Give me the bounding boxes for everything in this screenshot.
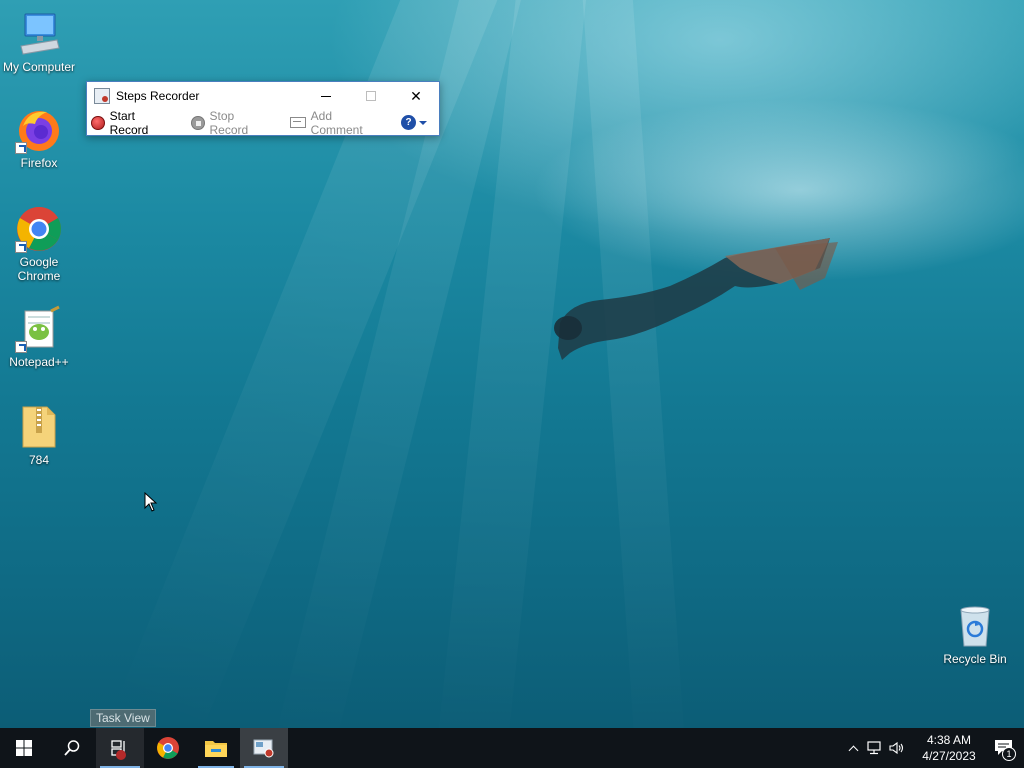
- start-record-label: Start Record: [109, 108, 149, 137]
- steps-recorder-icon: [253, 739, 274, 758]
- folder-icon: [205, 741, 227, 757]
- task-view-button[interactable]: [96, 728, 144, 768]
- task-view-tooltip: Task View: [90, 709, 156, 727]
- record-icon: [91, 115, 105, 130]
- desktop-icon-label: Firefox: [20, 156, 58, 170]
- recording-indicator-icon: [116, 750, 126, 760]
- minimize-button[interactable]: [303, 82, 349, 110]
- show-hidden-icons-button[interactable]: [842, 728, 864, 768]
- wallpaper-diver: [554, 238, 838, 360]
- speaker-icon: [889, 741, 904, 755]
- maximize-icon: [366, 91, 376, 101]
- notification-count-badge: 1: [1002, 747, 1016, 761]
- clock-time: 4:38 AM: [926, 733, 972, 747]
- maximize-button: [348, 82, 394, 110]
- notepad-plus-plus-icon: [15, 305, 63, 353]
- windows-logo-icon: [16, 740, 32, 756]
- zip-folder-icon: [15, 403, 63, 451]
- firefox-icon: [15, 106, 63, 154]
- recycle-bin-icon: [951, 602, 999, 650]
- stop-record-label: Stop Record: [209, 108, 249, 137]
- search-icon: [64, 740, 80, 756]
- shortcut-arrow-icon: [15, 241, 27, 253]
- desktop-icon-firefox[interactable]: Firefox: [0, 106, 78, 170]
- taskbar-file-explorer-button[interactable]: [192, 728, 240, 768]
- network-icon: [867, 741, 881, 755]
- taskbar-chrome-button[interactable]: [144, 728, 192, 768]
- chrome-icon: [15, 205, 63, 253]
- desktop-icon-label: Google Chrome: [17, 255, 61, 283]
- start-button[interactable]: [0, 728, 48, 768]
- shortcut-arrow-icon: [15, 142, 27, 154]
- desktop-icon-label: Recycle Bin: [943, 652, 1007, 666]
- action-center-button[interactable]: 1: [984, 728, 1024, 768]
- chevron-up-icon: [848, 745, 858, 755]
- steps-recorder-titlebar[interactable]: Steps Recorder ✕: [87, 82, 439, 110]
- clock-date: 4/27/2023: [922, 749, 976, 763]
- desktop-icon-notepad-plus-plus[interactable]: Notepad++: [0, 305, 78, 369]
- minimize-icon: [321, 95, 331, 97]
- close-button[interactable]: ✕: [393, 82, 439, 110]
- chrome-icon: [157, 737, 179, 759]
- steps-recorder-window[interactable]: Steps Recorder ✕ Start Record Stop Recor…: [86, 81, 440, 137]
- steps-recorder-toolbar: Start Record Stop Record Add Comment ?: [87, 108, 439, 137]
- add-comment-label: Add Comment: [310, 108, 363, 137]
- close-icon: ✕: [410, 87, 422, 104]
- desktop-icon-my-computer[interactable]: My Computer: [0, 10, 78, 74]
- desktop-icon-784[interactable]: 784: [0, 403, 78, 467]
- chevron-down-icon: [419, 120, 427, 125]
- window-title: Steps Recorder: [116, 89, 200, 103]
- mouse-cursor-icon: [144, 492, 158, 512]
- search-button[interactable]: [48, 728, 96, 768]
- steps-recorder-app-icon: [94, 88, 110, 104]
- my-computer-icon: [15, 10, 63, 58]
- desktop-icon-label: My Computer: [2, 60, 76, 74]
- desktop-icon-recycle-bin[interactable]: Recycle Bin: [936, 602, 1014, 666]
- stop-icon: [190, 115, 205, 130]
- desktop-icon-google-chrome[interactable]: Google Chrome: [0, 205, 78, 283]
- taskbar: 4:38 AM 4/27/2023 1: [0, 728, 1024, 768]
- clock[interactable]: 4:38 AM 4/27/2023: [914, 732, 984, 764]
- taskbar-steps-recorder-button[interactable]: [240, 728, 288, 768]
- desktop-icon-label: Notepad++: [9, 355, 69, 369]
- help-icon: ?: [401, 115, 416, 130]
- system-tray: 4:38 AM 4/27/2023 1: [842, 728, 1024, 768]
- help-dropdown-button[interactable]: ?: [401, 115, 427, 130]
- add-comment-button[interactable]: Add Comment: [290, 109, 385, 137]
- network-button[interactable]: [864, 728, 886, 768]
- start-record-button[interactable]: Start Record: [91, 109, 175, 137]
- stop-record-button[interactable]: Stop Record: [190, 108, 274, 137]
- desktop: My Computer Firefox Google Chrome Notepa…: [0, 0, 1024, 728]
- volume-button[interactable]: [886, 728, 908, 768]
- desktop-icon-label: 784: [28, 453, 50, 467]
- shortcut-arrow-icon: [15, 341, 27, 353]
- comment-icon: [290, 117, 306, 128]
